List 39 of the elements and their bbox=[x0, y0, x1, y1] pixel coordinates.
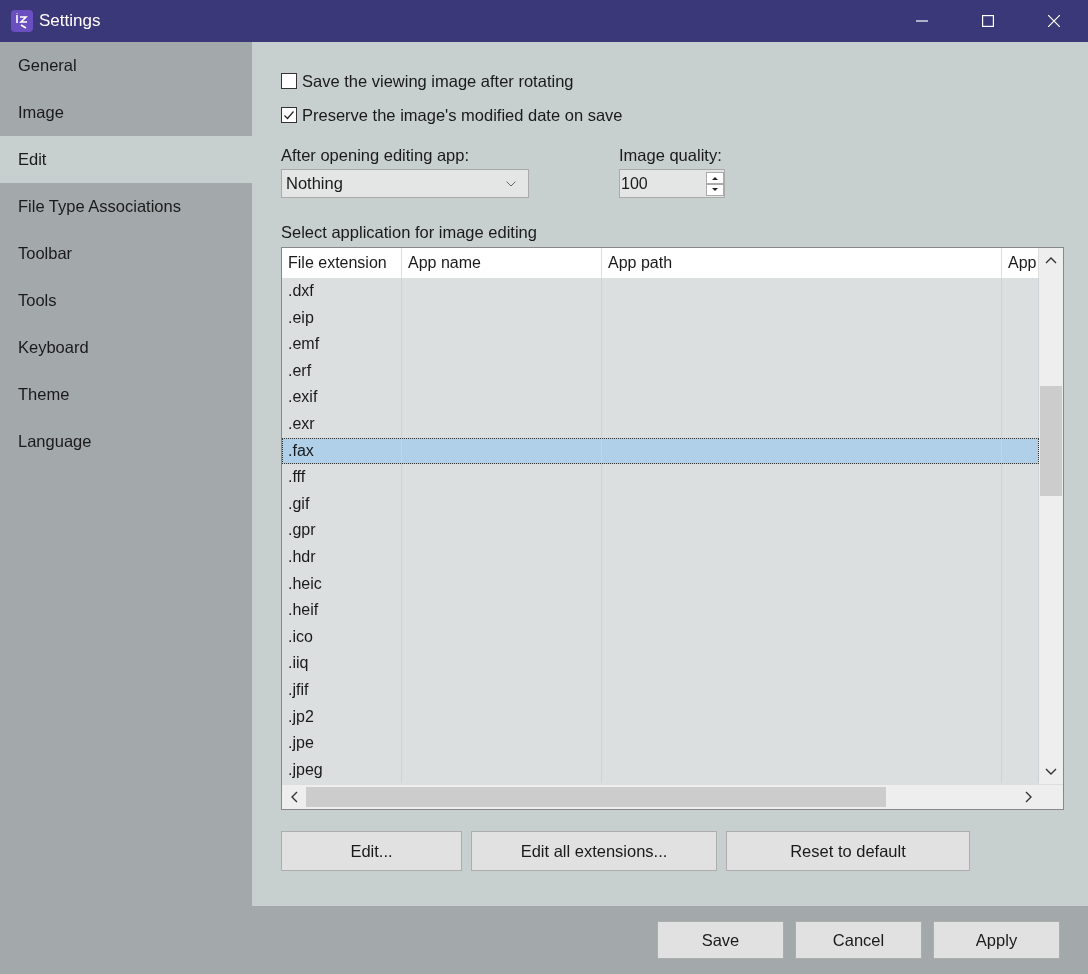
dialog-button[interactable]: Save bbox=[657, 921, 784, 959]
checkbox-label: Preserve the image's modified date on save bbox=[302, 105, 623, 125]
table-action-button[interactable]: Reset to default bbox=[726, 831, 970, 871]
number-field[interactable]: 100 bbox=[619, 169, 725, 198]
horizontal-scrollbar[interactable] bbox=[282, 784, 1063, 809]
spin-down-icon[interactable] bbox=[706, 183, 724, 196]
checkbox-label: Save the viewing image after rotating bbox=[302, 71, 574, 91]
dropdown[interactable]: Nothing bbox=[281, 169, 529, 198]
sidebar-item[interactable]: Keyboard bbox=[0, 324, 252, 371]
scroll-left-icon[interactable] bbox=[290, 791, 298, 803]
chevron-down-icon bbox=[506, 180, 516, 187]
maximize-icon[interactable] bbox=[982, 15, 994, 27]
table-action-button[interactable]: Edit... bbox=[281, 831, 462, 871]
table-action-button[interactable]: Edit all extensions... bbox=[471, 831, 717, 871]
table-label: Select application for image editing bbox=[281, 223, 538, 243]
sidebar-item[interactable]: Edit bbox=[0, 136, 252, 183]
dialog-button[interactable]: Cancel bbox=[795, 921, 922, 959]
sidebar-item[interactable]: Tools bbox=[0, 277, 252, 324]
field-label: Image quality: bbox=[619, 146, 723, 165]
checkbox[interactable] bbox=[281, 107, 297, 123]
sidebar-item[interactable]: Theme bbox=[0, 371, 252, 418]
scroll-right-icon[interactable] bbox=[1025, 791, 1033, 803]
sidebar-item[interactable]: Image bbox=[0, 89, 252, 136]
app-logo-icon bbox=[11, 10, 33, 32]
field-label: After opening editing app: bbox=[281, 146, 471, 165]
sidebar-item[interactable]: Toolbar bbox=[0, 230, 252, 277]
sidebar-item[interactable]: General bbox=[0, 42, 252, 89]
spin-up-icon[interactable] bbox=[706, 171, 724, 184]
scroll-up-icon[interactable] bbox=[1045, 256, 1057, 264]
dialog-button[interactable]: Apply bbox=[933, 921, 1060, 959]
sidebar-item[interactable]: Language bbox=[0, 418, 252, 465]
table-row[interactable]: .fax bbox=[282, 437, 1039, 465]
close-icon[interactable] bbox=[1048, 15, 1060, 27]
scroll-down-icon[interactable] bbox=[1045, 768, 1057, 776]
checkbox[interactable] bbox=[281, 73, 297, 89]
scrollbar-thumb[interactable] bbox=[1040, 386, 1062, 496]
sidebar-item[interactable]: File Type Associations bbox=[0, 183, 252, 230]
scrollbar-thumb[interactable] bbox=[306, 787, 886, 807]
window-title: Settings bbox=[39, 11, 101, 31]
